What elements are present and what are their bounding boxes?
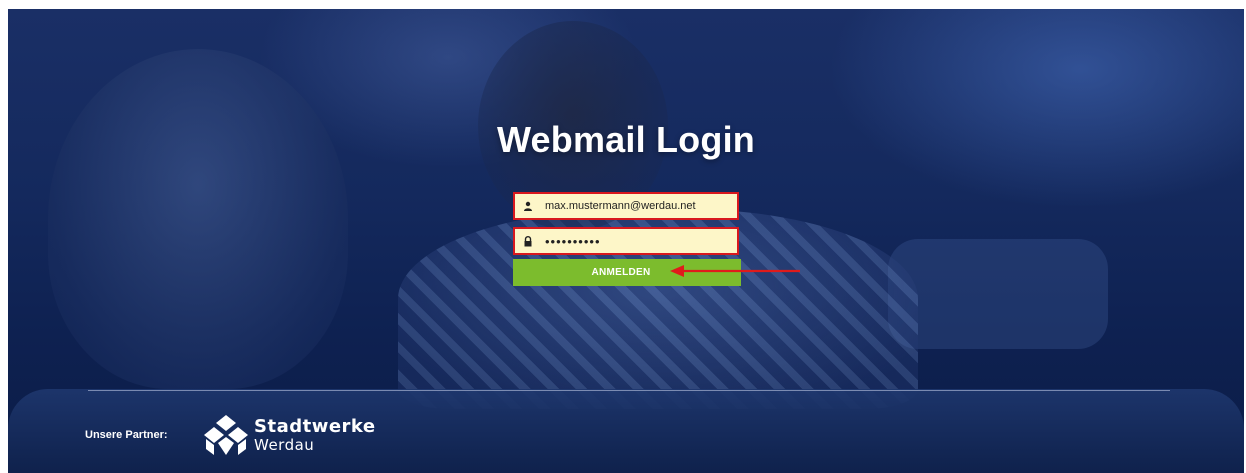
background-photo-couch: [8, 389, 1244, 473]
background-photo-window: [828, 9, 1244, 209]
background-photo-pillow: [888, 239, 1108, 349]
stadtwerke-logo-icon: [204, 415, 248, 455]
login-page-background: Webmail Login ANMELDEN Unsere Partner: S: [8, 9, 1244, 473]
username-field[interactable]: [513, 192, 739, 220]
partner-logo-stadtwerke-werdau[interactable]: Stadtwerke Werdau: [204, 413, 376, 457]
background-photo-woman: [48, 49, 348, 389]
partner-name-line1: Stadtwerke: [254, 415, 376, 437]
annotation-arrow-icon: [670, 265, 800, 277]
partner-label: Unsere Partner:: [85, 429, 168, 441]
login-button-label: ANMELDEN: [591, 267, 651, 278]
page-title: Webmail Login: [497, 119, 755, 160]
partner-name-line2: Werdau: [254, 435, 315, 454]
user-icon: [515, 194, 541, 218]
lock-icon: [515, 229, 541, 253]
password-field[interactable]: [513, 227, 739, 255]
password-input[interactable]: [541, 229, 737, 253]
username-input[interactable]: [541, 194, 737, 218]
footer-divider: [88, 390, 1170, 391]
